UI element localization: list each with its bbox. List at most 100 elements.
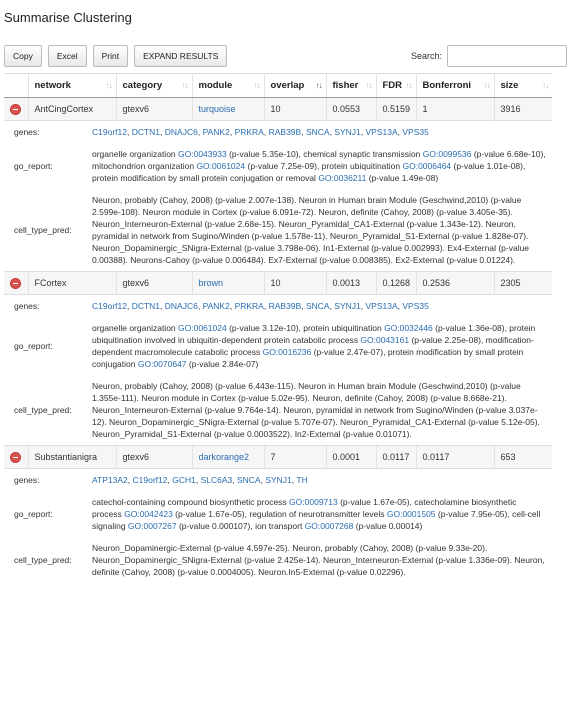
print-button[interactable]: Print [92,45,129,67]
go-report-row: go_report: organelle organization GO:0043… [4,143,552,189]
gene-link[interactable]: PANK2 [203,301,230,311]
go-pvalue: (p-value 2.47e-07), [311,347,388,357]
go-report-text: catechol-containing compound biosyntheti… [88,491,552,537]
search-input[interactable] [447,45,568,67]
gene-link[interactable]: DNAJC6 [165,301,198,311]
go-id-link[interactable]: GO:0001505 [387,509,436,519]
table-row[interactable]: AntCingCortex gtexv6 turquoise 10 0.0553 0.51… [4,97,552,121]
gene-link[interactable]: VPS13A [366,301,398,311]
go-id-link[interactable]: GO:0032446 [384,323,433,333]
cell-bonferroni: 1 [415,97,494,121]
go-id-link[interactable]: GO:0007267 [128,521,177,531]
sort-icon: ↑↓ [365,81,373,90]
module-link[interactable]: brown [199,278,224,288]
column-header-category[interactable]: category ↑↓ [115,73,192,98]
go-id-link[interactable]: GO:0070647 [138,359,187,369]
table-row[interactable]: FCortex gtexv6 brown 10 0.0013 0.1268 0.2536 23… [4,271,552,295]
gene-link[interactable]: C19orf12 [133,475,168,485]
cell-type-pred-row: cell_type_pred: Neuron, probably (Cahoy, … [4,375,552,445]
gene-link[interactable]: SNCA [306,127,330,137]
go-id-link[interactable]: GO:0043161 [360,335,409,345]
go-id-link[interactable]: GO:0036211 [318,173,366,183]
gene-link[interactable]: SYNJ1 [265,475,291,485]
gene-link[interactable]: VPS13A [366,127,398,137]
go-id-link[interactable]: GO:0042423 [124,509,173,519]
gene-link[interactable]: RAB39B [269,301,302,311]
gene-link[interactable]: PRKRA [235,127,264,137]
cell-network: FCortex [27,271,116,295]
go-id-link[interactable]: GO:0007268 [305,521,354,531]
gene-link[interactable]: C19orf12 [92,127,127,137]
go-id-link[interactable]: GO:0061024 [196,161,245,171]
genes-list: C19orf12, DCTN1, DNAJC6, PANK2, PRKRA, R… [88,121,552,143]
gene-link[interactable]: C19orf12 [92,301,127,311]
gene-link[interactable]: RAB39B [269,127,302,137]
cell-module: brown [191,271,264,295]
go-term-text: protein modification by small protein co… [92,173,319,183]
go-pvalue: (p-value 2.84e-07) [186,359,259,369]
excel-button[interactable]: Excel [47,45,87,67]
column-header-network[interactable]: network ↑↓ [27,73,116,98]
gene-link[interactable]: SYNJ1 [334,301,360,311]
module-link[interactable]: darkorange2 [199,452,250,462]
gene-link[interactable]: PANK2 [203,127,230,137]
cell-fdr: 0.0117 [375,445,416,469]
collapse-row-icon[interactable] [10,277,21,289]
cell-network: AntCingCortex [27,97,116,121]
go-id-link[interactable]: GO:0099536 [423,149,472,159]
gene-link[interactable]: SLC6A3 [201,475,233,485]
gene-link[interactable]: VPS35 [402,127,428,137]
go-report-text: organelle organization GO:0061024 (p-val… [88,317,552,375]
search-label: Search: [411,51,443,61]
go-id-link[interactable]: GO:0006464 [402,161,451,171]
column-header-bonferroni[interactable]: Bonferroni ↑↓ [415,73,494,98]
gene-link[interactable]: TH [296,475,307,485]
table-row[interactable]: Substantianigra gtexv6 darkorange2 7 0.0001 0… [4,445,552,469]
cell-size: 2305 [493,271,552,295]
sort-desc-icon: ↑↓ [315,81,323,90]
collapse-row-icon[interactable] [10,103,21,115]
row-expander-cell[interactable] [4,271,28,295]
cell-bonferroni: 0.0117 [415,445,494,469]
column-header-overlap[interactable]: overlap ↑↓ [263,73,326,98]
go-id-link[interactable]: GO:0016236 [263,347,312,357]
gene-link[interactable]: PRKRA [235,301,264,311]
table-header: network ↑↓ category ↑↓ module ↑↓ overlap ↑↓ … [4,73,552,98]
results-table: network ↑↓ category ↑↓ module ↑↓ overlap ↑↓ … [4,73,552,583]
cell-module: darkorange2 [191,445,264,469]
sort-icon: ↑↓ [105,81,113,90]
go-pvalue: (p-value 5.35e-10), [226,149,304,159]
go-report-row: go_report: organelle organization GO:0061… [4,317,552,375]
go-id-link[interactable]: GO:0009713 [289,497,338,507]
go-pvalue: (p-value 7.95e-05), [435,509,513,519]
go-id-link[interactable]: GO:0061024 [178,323,227,333]
copy-button[interactable]: Copy [4,45,42,67]
column-header-size[interactable]: size ↑↓ [493,73,552,98]
go-id-link[interactable]: GO:0043933 [178,149,227,159]
gene-link[interactable]: DNAJC6 [165,127,198,137]
column-header-fdr[interactable]: FDR ↑↓ [375,73,416,98]
gene-link[interactable]: ATP13A2 [92,475,128,485]
sort-icon: ↑↓ [181,81,189,90]
cell-type-pred-row: cell_type_pred: Neuron_Dopaminergic-Exter… [4,537,552,583]
gene-link[interactable]: SYNJ1 [334,127,360,137]
expand-column-header [4,73,28,98]
gene-link[interactable]: SNCA [237,475,261,485]
gene-link[interactable]: DCTN1 [132,127,160,137]
expand-results-button[interactable]: EXPAND RESULTS [134,45,228,67]
genes-list: C19orf12, DCTN1, DNAJC6, PANK2, PRKRA, R… [88,295,552,317]
gene-link[interactable]: DCTN1 [132,301,160,311]
gene-link[interactable]: GCH1 [172,475,196,485]
column-header-fisher[interactable]: fisher ↑↓ [325,73,376,98]
row-details: genes: ATP13A2, C19orf12, GCH1, SLC6A3, S… [4,468,552,583]
gene-link[interactable]: VPS35 [402,301,428,311]
column-header-module[interactable]: module ↑↓ [191,73,264,98]
gene-link[interactable]: SNCA [306,301,330,311]
module-link[interactable]: turquoise [199,104,236,114]
column-label: category [122,80,163,91]
row-expander-cell[interactable] [4,445,28,469]
row-expander-cell[interactable] [4,97,28,121]
collapse-row-icon[interactable] [10,451,21,463]
go-term-text: mitochondrion organization [92,161,197,171]
sort-icon: ↑↓ [405,81,413,90]
